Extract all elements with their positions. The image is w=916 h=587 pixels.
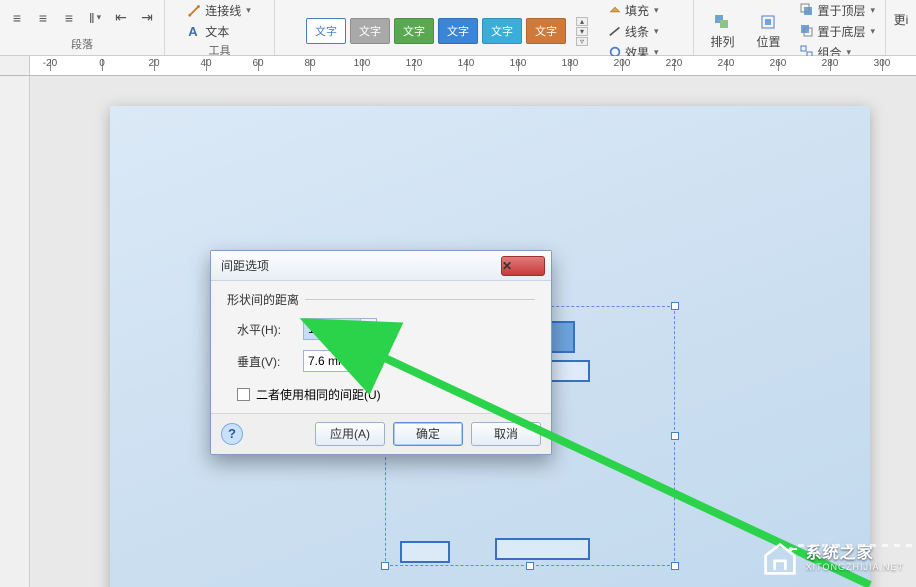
fill-button[interactable]: 填充 ▾ — [604, 0, 663, 20]
resize-handle[interactable] — [671, 302, 679, 310]
resize-handle[interactable] — [671, 562, 679, 570]
align-left-icon[interactable]: ≡ — [6, 8, 28, 28]
arrange-label: 排列 — [710, 33, 734, 50]
fill-icon — [608, 3, 622, 17]
watermark-main: 系统之家 — [806, 545, 904, 563]
h-input[interactable] — [304, 319, 360, 339]
style-swatch[interactable]: 文字 — [482, 18, 522, 44]
line-spacing-icon[interactable]: ‖▾ — [84, 8, 106, 28]
textbox-button[interactable]: A 文本 — [184, 21, 255, 41]
chevron-down-icon: ▾ — [654, 5, 659, 16]
line-icon — [608, 24, 622, 38]
line-label: 线条 — [625, 23, 649, 40]
dialog-titlebar[interactable]: 间距选项 ✕ — [211, 251, 551, 281]
h-label: 水平(H): — [237, 321, 293, 338]
h-spinner[interactable]: ▴▾ — [303, 318, 377, 340]
spin-up-icon[interactable]: ▴ — [361, 319, 376, 329]
send-back-button[interactable]: 置于底层▾ — [796, 21, 879, 41]
vertical-row: 垂直(V): ▴▾ — [237, 350, 535, 372]
fill-label: 填充 — [625, 2, 649, 19]
style-swatch[interactable]: 文字 — [526, 18, 566, 44]
same-spacing-label: 二者使用相同的间距(U) — [256, 386, 381, 403]
v-spinner[interactable]: ▴▾ — [303, 350, 377, 372]
bring-front-label: 置于顶层 — [817, 2, 865, 19]
horizontal-row: 水平(H): ▴▾ — [237, 318, 535, 340]
ribbon: ≡ ≡ ≡ ‖▾ ⇤ ⇥ 段落 连接线 ▾ A 文本 — [0, 0, 916, 56]
watermark-sub: XITONGZHIJIA.NET — [806, 563, 904, 573]
align-right-icon[interactable]: ≡ — [58, 8, 80, 28]
more-label: 更i — [894, 11, 909, 28]
chevron-down-icon: ▾ — [246, 5, 251, 16]
resize-handle[interactable] — [381, 562, 389, 570]
indent-icon[interactable]: ⇥ — [136, 8, 158, 28]
spin-down-icon[interactable]: ▾ — [361, 329, 376, 339]
connector-button[interactable]: 连接线 ▾ — [184, 0, 255, 20]
group-tools: 连接线 ▾ A 文本 工具 — [165, 0, 275, 55]
send-back-label: 置于底层 — [817, 23, 865, 40]
cancel-button[interactable]: 取消 — [471, 422, 541, 446]
shape[interactable] — [400, 541, 450, 563]
position-label: 位置 — [756, 33, 780, 50]
help-button[interactable]: ? — [221, 423, 243, 445]
horizontal-ruler: -200204060801001201401601802002202402602… — [0, 56, 916, 76]
style-gallery[interactable]: 文字文字文字文字文字文字 — [306, 18, 566, 44]
section-label: 形状间的距离 — [227, 291, 535, 308]
v-label: 垂直(V): — [237, 353, 293, 370]
line-button[interactable]: 线条 ▾ — [604, 21, 663, 41]
align-center-icon[interactable]: ≡ — [32, 8, 54, 28]
style-swatch[interactable]: 文字 — [306, 18, 346, 44]
v-input[interactable] — [304, 351, 360, 371]
vertical-ruler — [0, 76, 30, 587]
position-button[interactable]: 位置 — [746, 11, 790, 51]
position-icon — [759, 13, 777, 31]
style-swatch[interactable]: 文字 — [394, 18, 434, 44]
same-spacing-checkbox[interactable] — [237, 388, 250, 401]
group-more: 更i — [886, 0, 916, 55]
group-arrange: 排列 位置 置于顶层▾ 置于底层▾ 组合▾ — [694, 0, 886, 55]
shape[interactable] — [495, 538, 590, 560]
close-button[interactable]: ✕ — [501, 256, 545, 276]
spin-up-icon[interactable]: ▴ — [361, 351, 376, 361]
group-paragraph: ≡ ≡ ≡ ‖▾ ⇤ ⇥ 段落 — [0, 0, 165, 55]
same-spacing-row[interactable]: 二者使用相同的间距(U) — [237, 386, 535, 403]
chevron-down-icon: ▾ — [654, 26, 659, 37]
send-back-icon — [800, 24, 814, 38]
dialog-footer: ? 应用(A) 确定 取消 — [211, 413, 551, 454]
arrange-button[interactable]: 排列 — [700, 11, 744, 51]
bring-front-icon — [800, 3, 814, 17]
gallery-arrows[interactable]: ▴▾▿ — [576, 17, 588, 46]
group-shape-styles: 文字文字文字文字文字文字 ▴▾▿ 填充 ▾ 线条 ▾ 效果 ▾ — [275, 0, 694, 55]
arrange-icon — [713, 13, 731, 31]
dialog-title: 间距选项 — [221, 257, 501, 274]
watermark-icon — [762, 541, 798, 577]
apply-button[interactable]: 应用(A) — [315, 422, 385, 446]
resize-handle[interactable] — [671, 432, 679, 440]
text-icon: A — [188, 24, 202, 38]
group-paragraph-label: 段落 — [71, 35, 93, 53]
textbox-label: 文本 — [205, 23, 229, 40]
watermark: 系统之家 XITONGZHIJIA.NET — [762, 541, 904, 577]
connector-icon — [188, 3, 202, 17]
resize-handle[interactable] — [526, 562, 534, 570]
outdent-icon[interactable]: ⇤ — [110, 8, 132, 28]
style-swatch[interactable]: 文字 — [438, 18, 478, 44]
style-swatch[interactable]: 文字 — [350, 18, 390, 44]
close-icon: ✕ — [502, 259, 544, 273]
ok-button[interactable]: 确定 — [393, 422, 463, 446]
spacing-options-dialog: 间距选项 ✕ 形状间的距离 水平(H): ▴▾ 垂直(V): ▴▾ 二者使用相同… — [210, 250, 552, 455]
connector-label: 连接线 — [205, 2, 241, 19]
bring-front-button[interactable]: 置于顶层▾ — [796, 0, 879, 20]
spin-down-icon[interactable]: ▾ — [361, 361, 376, 371]
